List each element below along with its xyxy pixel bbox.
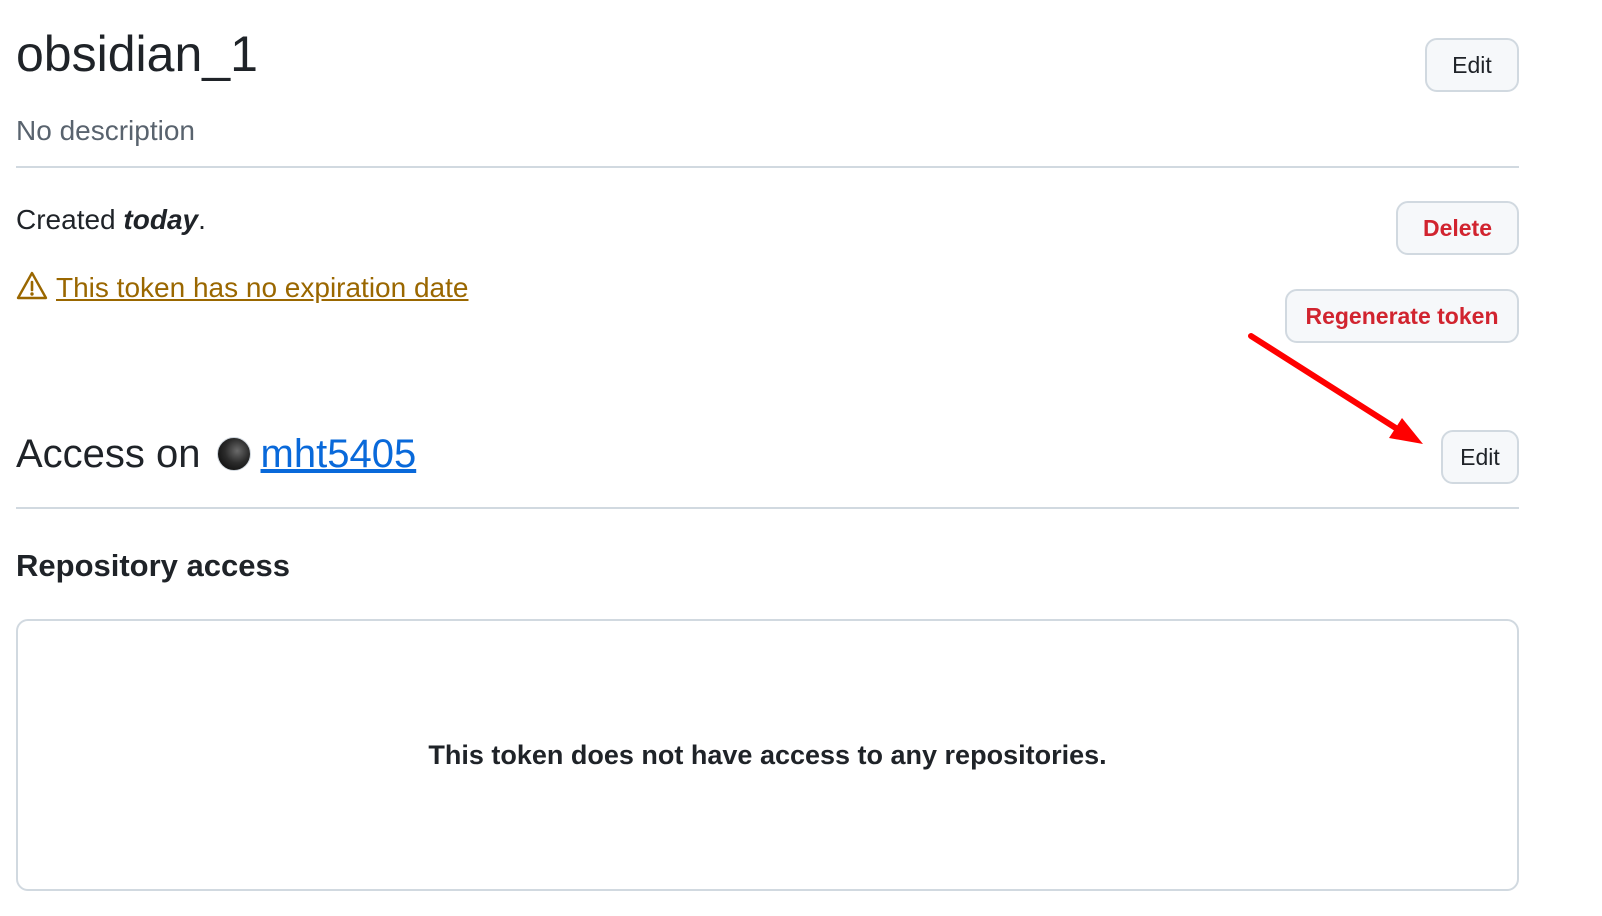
repository-access-panel: This token does not have access to any r…: [16, 619, 1519, 891]
expiration-warning: This token has no expiration date: [16, 268, 468, 308]
token-name-title: obsidian_1: [16, 26, 258, 82]
access-divider: [16, 507, 1519, 509]
delete-token-button[interactable]: Delete: [1396, 201, 1519, 255]
annotation-arrow-shaft: [1248, 333, 1405, 435]
annotation-arrow-head: [1389, 418, 1423, 444]
edit-token-name-button[interactable]: Edit: [1425, 38, 1519, 92]
created-when: today: [123, 204, 199, 235]
edit-access-button[interactable]: Edit: [1441, 430, 1519, 484]
created-suffix: .: [198, 204, 206, 235]
access-header: Access on mht5405: [16, 426, 416, 482]
regenerate-token-button[interactable]: Regenerate token: [1285, 289, 1519, 343]
token-description: No description: [16, 115, 195, 146]
avatar: [216, 437, 251, 471]
access-label: Access on: [16, 432, 201, 476]
alert-triangle-icon: [16, 270, 48, 307]
empty-repositories-message: This token does not have access to any r…: [428, 739, 1107, 770]
expiration-warning-link[interactable]: This token has no expiration date: [56, 268, 468, 308]
resource-owner-link[interactable]: mht5405: [261, 426, 417, 482]
repository-access-title: Repository access: [16, 548, 290, 583]
created-info: Created today.: [16, 201, 206, 239]
header-divider: [16, 166, 1519, 168]
created-prefix: Created: [16, 204, 124, 235]
